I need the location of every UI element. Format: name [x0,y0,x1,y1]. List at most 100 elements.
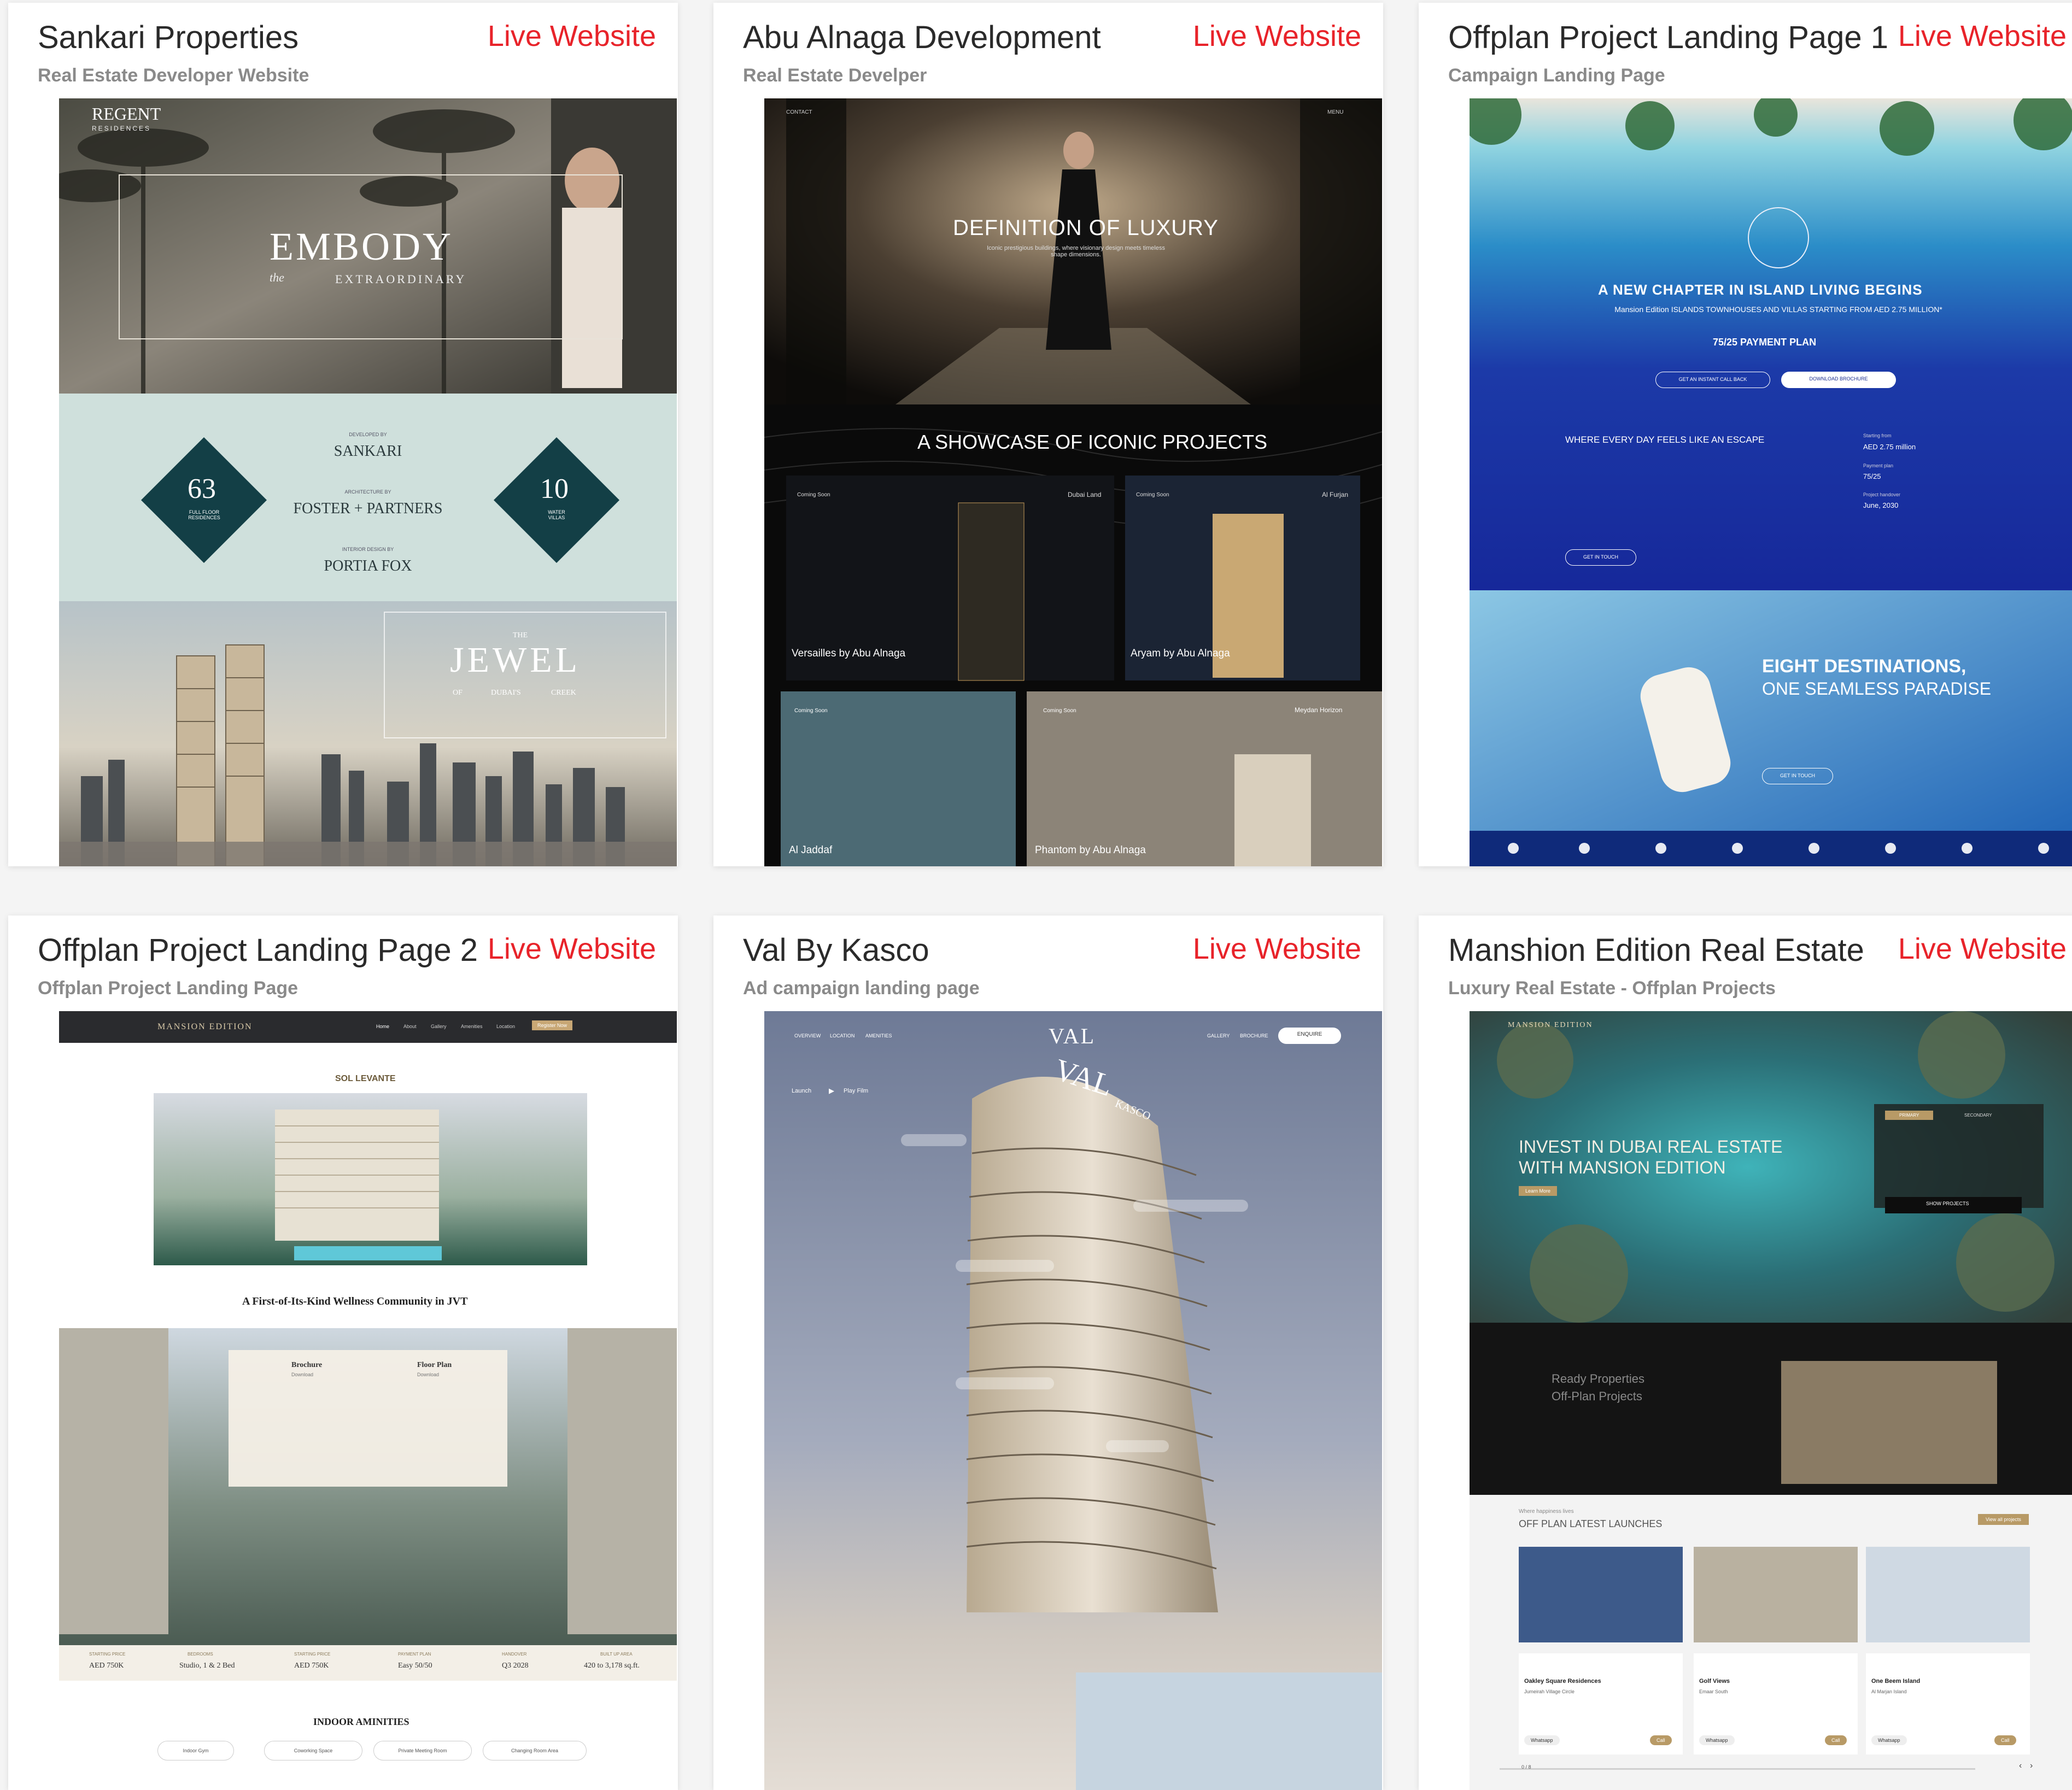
launches-eyebrow: Where happiness lives [1519,1509,1574,1515]
live-website-link[interactable]: Live Website [1898,932,2067,966]
live-website-link[interactable]: Live Website [488,19,656,53]
payment-plan: 75/25 PAYMENT PLAN [1713,337,1817,348]
card-title: Val By Kasco [743,932,929,968]
project-name[interactable]: Aryam by Abu Alnaga [1131,648,1230,660]
nav-item[interactable]: OVERVIEW [794,1033,821,1038]
whatsapp-button[interactable]: Whatsapp [1699,1735,1735,1745]
website-screenshot: MANSION EDITION Home About Gallery Ameni… [59,1011,677,1790]
floor-plan-download[interactable]: Download [417,1372,439,1377]
tab-primary[interactable]: PRIMARY [1885,1111,1934,1120]
nav-item[interactable]: AMENITIES [865,1033,892,1038]
hotspot-label[interactable] [956,1377,1054,1389]
hotspot-label[interactable] [901,1134,967,1146]
hero-heading: EMBODY [270,225,454,268]
project-name[interactable]: Phantom by Abu Alnaga [1035,844,1146,856]
nav-item[interactable]: LOCATION [830,1033,854,1038]
card-subtitle: Luxury Real Estate - Offplan Projects [1448,978,1776,999]
nav-item[interactable]: About [403,1024,417,1029]
view-all-button[interactable]: View all projects [1978,1514,2029,1525]
whatsapp-button[interactable]: Whatsapp [1871,1735,1907,1745]
credit-label: DEVELOPED BY [349,432,387,437]
listing-location: Emaar South [1699,1689,1728,1694]
project-name[interactable]: Versailles by Abu Alnaga [792,648,905,660]
nav-item[interactable]: BROCHURE [1240,1033,1268,1038]
listing-name[interactable]: One Beem Island [1871,1678,1920,1685]
nav-menu[interactable]: MENU [1327,109,1343,115]
credit-value: FOSTER + PARTNERS [293,500,443,517]
whatsapp-button[interactable]: Whatsapp [1524,1735,1560,1745]
credit-label: INTERIOR DESIGN BY [342,547,394,552]
live-website-link[interactable]: Live Website [1898,19,2067,53]
brochure-download[interactable]: Download [291,1372,313,1377]
carousel-next-icon[interactable]: › [2030,1761,2033,1771]
stat-label: BUILT UP AREA [600,1652,633,1657]
hero-subheading: EXTRAORDINARY [335,272,467,286]
call-back-button[interactable]: GET AN INSTANT CALL BACK [1655,372,1770,388]
hotspot-label[interactable] [1106,1440,1169,1452]
website-screenshot: CONTACT MENU DEFINITION OF LUXURY Iconic… [764,98,1382,866]
play-film-link[interactable]: Play Film [844,1088,868,1094]
stat-label: PAYMENT PLAN [398,1652,431,1657]
floor-plan-link[interactable]: Floor Plan [417,1361,452,1370]
fact-value: 75/25 [1863,472,1881,480]
amenities-heading: INDOOR AMINITIES [313,1716,409,1727]
learn-more-button[interactable]: Learn More [1519,1186,1558,1196]
amenity-chip[interactable]: Indoor Gym [157,1741,234,1760]
tab-secondary[interactable]: SECONDARY [1953,1111,2003,1120]
nav-item[interactable]: Home [376,1024,389,1029]
hero-heading: A NEW CHAPTER IN ISLAND LIVING BEGINS [1598,281,1923,298]
link-offplan-projects[interactable]: Off-Plan Projects [1552,1389,1642,1404]
section-heading: WHERE EVERY DAY FEELS LIKE AN ESCAPE [1565,435,1765,445]
credit-value: PORTIA FOX [324,557,412,574]
carousel-prev-icon[interactable]: ‹ [2019,1761,2022,1771]
get-in-touch-button[interactable]: GET IN TOUCH [1565,549,1636,566]
amenity-chip[interactable]: Private Meeting Room [373,1741,472,1760]
credit-value: SANKARI [333,443,402,460]
live-website-link[interactable]: Live Website [1193,19,1361,53]
enquire-button[interactable]: ENQUIRE [1278,1028,1341,1044]
call-button[interactable]: Call [1825,1735,1847,1745]
badge-coming-soon: Coming Soon [794,708,828,714]
play-icon[interactable]: ▶ [829,1087,834,1095]
launch-label: Launch [792,1088,812,1094]
badge-coming-soon: Coming Soon [1043,708,1076,714]
enquire-button[interactable]: GET IN TOUCH [1762,768,1833,784]
brochure-link[interactable]: Brochure [291,1361,322,1370]
amenity-chip[interactable]: Coworking Space [264,1741,362,1760]
hotspot-label[interactable] [1133,1200,1248,1212]
brand-logo: REGENT [92,104,161,124]
nav-item[interactable]: Amenities [461,1024,483,1029]
amenity-chip[interactable]: Changing Room Area [483,1741,587,1760]
jewel-the: THE [513,631,528,639]
download-brochure-button[interactable]: DOWNLOAD BROCHURE [1781,372,1896,388]
hotspot-label[interactable] [956,1260,1054,1272]
credit-label: ARCHITECTURE BY [344,489,391,495]
nav-contact[interactable]: CONTACT [786,109,812,115]
nav-item[interactable]: Location [496,1024,515,1029]
hero-the: the [270,271,284,284]
badge-coming-soon: Coming Soon [1136,492,1169,498]
call-button[interactable]: Call [1650,1735,1672,1745]
project-name[interactable]: Al Jaddaf [789,844,832,856]
fact-value: June, 2030 [1863,501,1899,509]
call-button[interactable]: Call [1994,1735,2016,1745]
website-screenshot: REGENT RESIDENCES EMBODY the EXTRAORDINA… [59,98,677,866]
stat-value: 420 to 3,178 sq.ft. [584,1662,640,1670]
live-website-link[interactable]: Live Website [1193,932,1361,966]
card-subtitle: Offplan Project Landing Page [38,978,298,999]
link-ready-properties[interactable]: Ready Properties [1552,1372,1644,1386]
register-button[interactable]: Register Now [532,1020,573,1030]
card-title: Sankari Properties [38,20,299,55]
listing-name[interactable]: Oakley Square Residences [1524,1678,1601,1685]
section-heading: A SHOWCASE OF ICONIC PROJECTS [917,431,1268,453]
project-location: Al Furjan [1322,491,1349,498]
live-website-link[interactable]: Live Website [488,932,656,966]
portfolio-card-abu-alnaga: Abu Alnaga Development Live Website Real… [713,3,1383,866]
nav-item[interactable]: Gallery [431,1024,447,1029]
listing-name[interactable]: Golf Views [1699,1678,1730,1685]
card-subtitle: Real Estate Developer Website [38,65,309,86]
website-screenshot: A NEW CHAPTER IN ISLAND LIVING BEGINS Ma… [1470,98,2072,866]
show-projects-button[interactable]: SHOW PROJECTS [1926,1201,1969,1206]
portfolio-card-val-kasco: Val By Kasco Live Website Ad campaign la… [713,915,1383,1790]
nav-item[interactable]: GALLERY [1207,1033,1230,1038]
